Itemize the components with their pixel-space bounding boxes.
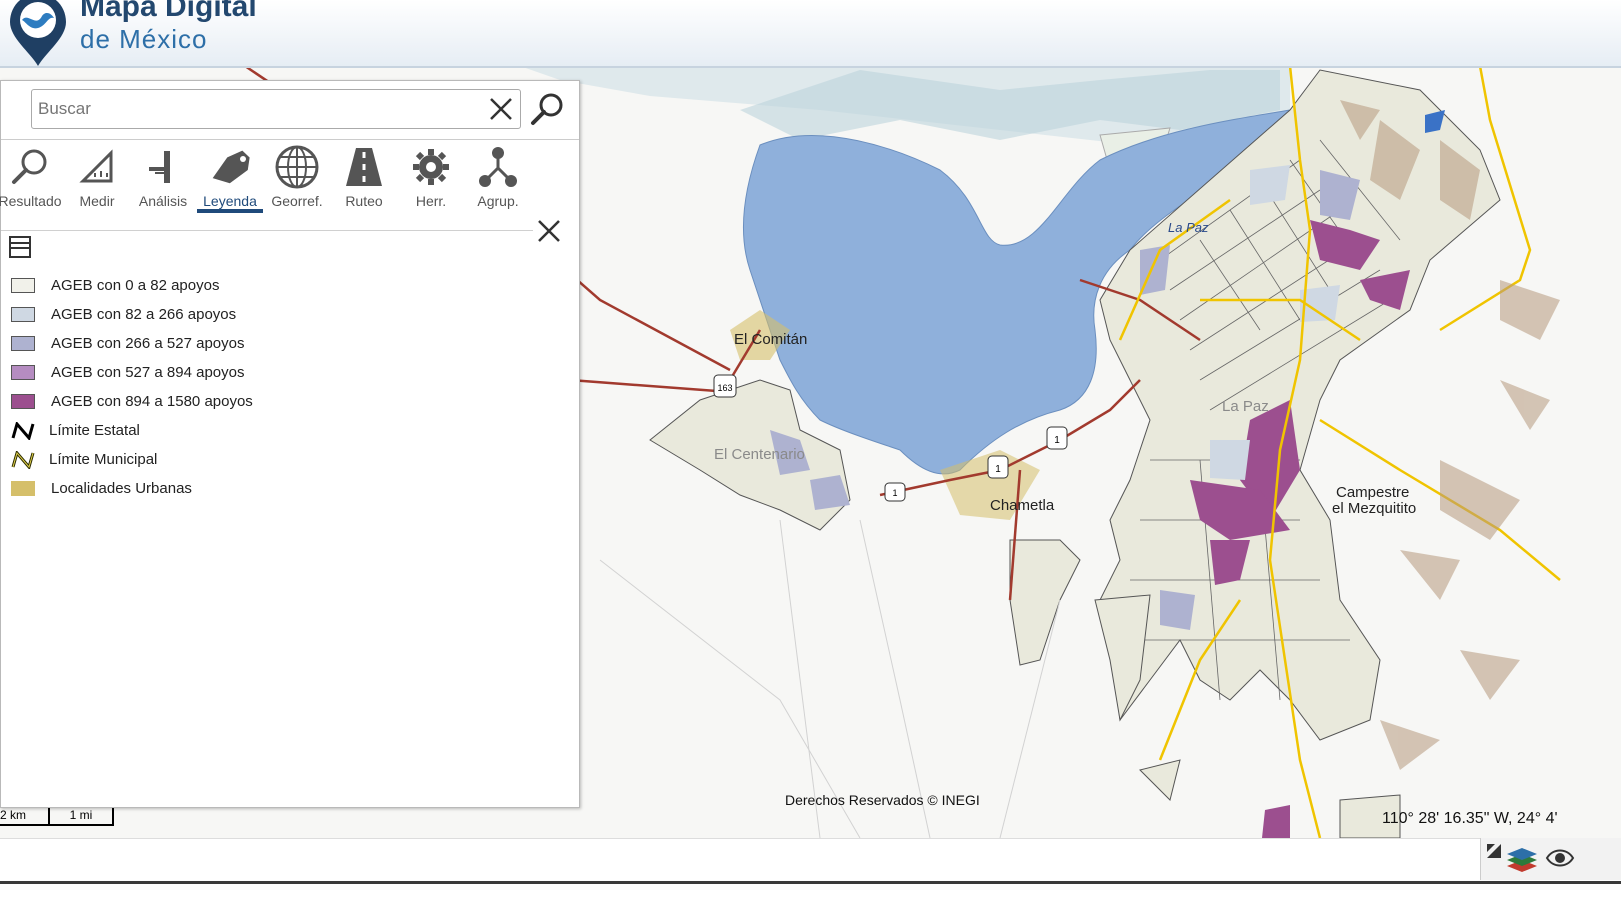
scale-km: 2 km [0, 808, 50, 826]
map-label-la-paz-bay: La Paz [1168, 220, 1209, 235]
active-tab-indicator [197, 209, 263, 213]
clear-search-icon[interactable] [486, 94, 516, 124]
tab-label: Leyenda [203, 193, 257, 209]
legend-label: Localidades Urbanas [51, 480, 192, 497]
legend-item: AGEB con 82 a 266 apoyos [11, 300, 253, 329]
legend-item: AGEB con 894 a 1580 apoyos [11, 387, 253, 416]
search-box [31, 89, 521, 129]
tab-label: Herr. [415, 193, 447, 209]
copyright-text: Derechos Reservados © INEGI [785, 792, 980, 808]
legend-label: Límite Estatal [49, 422, 140, 439]
coordinates-readout: 110° 28' 16.35" W, 24° 4' [1382, 810, 1558, 827]
footer-border [0, 881, 1621, 884]
legend-label: AGEB con 0 a 82 apoyos [51, 277, 220, 294]
tab-medir[interactable]: Medir [64, 145, 130, 215]
legend-label: AGEB con 894 a 1580 apoyos [51, 393, 253, 410]
search-icon[interactable] [527, 91, 569, 127]
tab-ruteo[interactable]: Ruteo [331, 145, 397, 215]
tab-agrup[interactable]: Agrup. [465, 145, 531, 215]
tab-analisis[interactable]: Análisis [130, 145, 196, 215]
legend-swatch [11, 394, 35, 409]
legend-item: AGEB con 266 a 527 apoyos [11, 329, 253, 358]
legend-swatch [11, 336, 35, 351]
road-icon [346, 148, 382, 186]
highway-shield-label: 163 [717, 383, 732, 393]
gear-icon [413, 149, 449, 185]
highway-shield-label: 1 [995, 464, 1001, 475]
map-label-mezquitito: el Mezquitito [1332, 500, 1417, 517]
tab-label: Agrup. [477, 193, 519, 209]
magnifier-icon [12, 149, 47, 184]
analysis-icon [149, 151, 170, 183]
map-label-el-comitan: El Comitán [734, 331, 808, 348]
municipal-boundary-line-icon [11, 450, 35, 469]
legend-item: Límite Estatal [11, 416, 253, 445]
tab-label: Georref. [271, 193, 323, 209]
legend-item: AGEB con 527 a 894 apoyos [11, 358, 253, 387]
app-title: Mapa Digital [80, 0, 257, 23]
tab-leyenda[interactable]: Leyenda [197, 145, 263, 215]
legend-label: AGEB con 266 a 527 apoyos [51, 335, 245, 352]
search-input[interactable] [36, 98, 460, 120]
tab-resultado[interactable]: Resultado [0, 145, 63, 215]
legend-label: Límite Municipal [49, 451, 158, 468]
print-icon[interactable] [9, 235, 31, 259]
scale-mi: 1 mi [50, 808, 114, 826]
side-panel: Resultado Medir Análisis Leyenda Georref… [0, 80, 580, 808]
tab-georref[interactable]: Georref. [264, 145, 330, 215]
search-separator [1, 139, 579, 140]
eye-icon[interactable] [1545, 846, 1575, 870]
expand-corner-icon[interactable] [1485, 842, 1503, 860]
app-header: Mapa Digital de México [0, 0, 1621, 68]
legend-list: AGEB con 0 a 82 apoyos AGEB con 82 a 266… [11, 271, 253, 503]
legend-swatch [11, 307, 35, 322]
legend-item: AGEB con 0 a 82 apoyos [11, 271, 253, 300]
state-boundary-line-icon [11, 421, 35, 440]
legend-label: AGEB con 82 a 266 apoyos [51, 306, 237, 323]
map-label-chametla: Chametla [990, 497, 1055, 514]
tab-herr[interactable]: Herr. [398, 145, 464, 215]
tab-label: Medir [79, 193, 115, 209]
legend-item: Localidades Urbanas [11, 474, 253, 503]
tab-label: Ruteo [345, 193, 383, 209]
tab-label: Resultado [0, 193, 62, 209]
panel-toolbar: Resultado Medir Análisis Leyenda Georref… [0, 143, 579, 221]
app-subtitle: de México [80, 24, 208, 54]
panel-divider [1, 230, 533, 231]
legend-swatch [11, 481, 35, 496]
close-icon[interactable] [535, 217, 563, 245]
footer-bar [0, 838, 1621, 913]
map-label-el-centenario: El Centenario [714, 446, 805, 463]
legend-label: AGEB con 527 a 894 apoyos [51, 364, 245, 381]
highway-shield-label: 1 [892, 488, 897, 498]
tab-label: Análisis [138, 193, 188, 209]
legend-swatch [11, 365, 35, 380]
globe-icon [275, 145, 319, 189]
legend-swatch [11, 278, 35, 293]
map-pin-logo-icon [10, 0, 66, 66]
footer-tools [1480, 838, 1621, 880]
legend-tag-icon [212, 150, 250, 184]
layers-icon[interactable] [1505, 844, 1539, 874]
ruler-icon [79, 149, 113, 183]
highway-shield-label: 1 [1054, 435, 1060, 446]
map-label-campestre: Campestre [1336, 484, 1410, 501]
group-icon [479, 147, 517, 187]
legend-item: Límite Municipal [11, 445, 253, 474]
map-label-la-paz: La Paz [1222, 398, 1269, 415]
